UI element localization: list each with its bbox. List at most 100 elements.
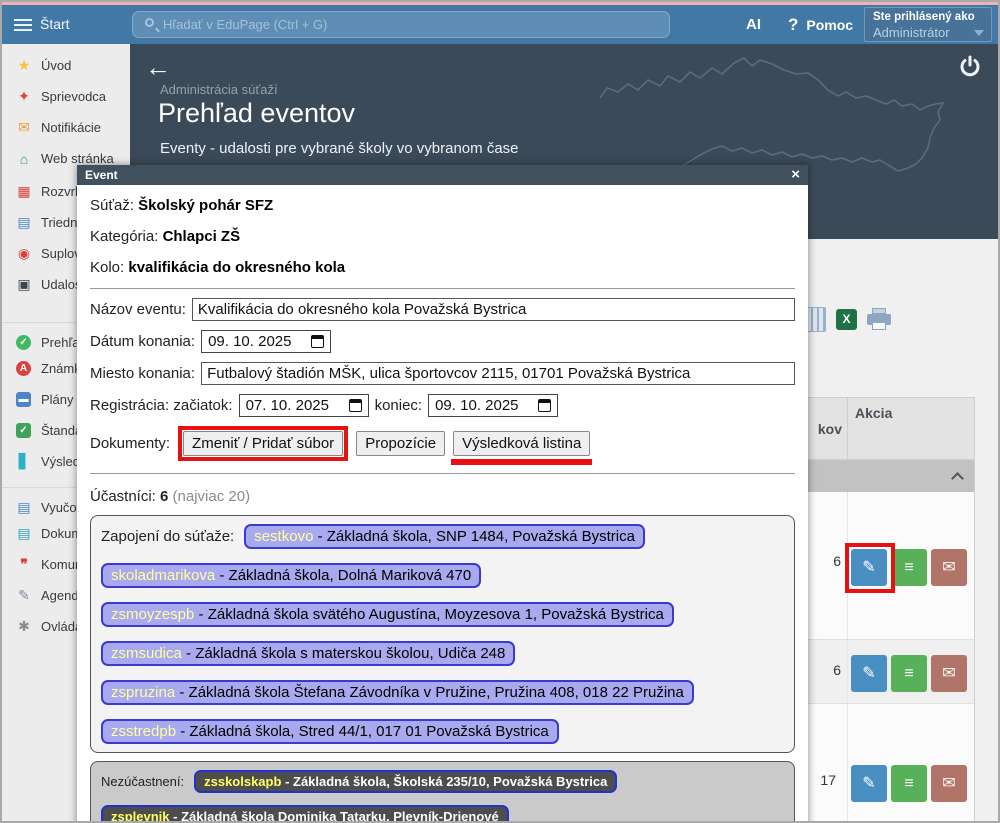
- start-menu[interactable]: Štart: [40, 16, 70, 32]
- kolo-row: Kolo: kvalifikácia do okresného kola: [90, 252, 795, 283]
- mail-button[interactable]: ✉: [931, 655, 967, 692]
- table-group-row: [808, 460, 975, 492]
- school-badge[interactable]: zspruzina - Základná škola Štefana Závod…: [101, 680, 694, 705]
- school-username[interactable]: zsmsudica: [111, 645, 182, 662]
- calendar-icon[interactable]: [538, 399, 551, 412]
- nazov-input[interactable]: [192, 298, 795, 321]
- ucastnici-count: 6: [160, 488, 168, 505]
- page-subtitle: Eventy - udalosti pre vybrané školy vo v…: [160, 140, 519, 157]
- nezucastneni-panel: Nezúčastnení: zsskolskapb - Základná ško…: [90, 761, 795, 823]
- calendar-icon[interactable]: [349, 399, 362, 412]
- datum-value: 09. 10. 2025: [208, 333, 291, 350]
- collapse-chevron-icon[interactable]: [951, 472, 964, 485]
- propozicie-button[interactable]: Propozície: [356, 431, 445, 456]
- star-icon: ★: [15, 57, 33, 74]
- school-badge[interactable]: zsstredpb - Základná škola, Stred 44/1, …: [101, 719, 559, 744]
- school-username[interactable]: sestkovo: [254, 528, 313, 545]
- sidebar-item-label: Notifikácie: [41, 120, 101, 135]
- school-badge[interactable]: sestkovo - Základná škola, SNP 1484, Pov…: [244, 524, 645, 549]
- user-role: Administrátor: [873, 25, 950, 40]
- school-desc: - Základná škola, SNP 1484, Považská Bys…: [318, 528, 635, 545]
- school-badge[interactable]: zsmoyzespb - Základná škola svätého Augu…: [101, 602, 674, 627]
- registracia-start-input[interactable]: 07. 10. 2025: [239, 394, 369, 417]
- edit-event-button[interactable]: ✎: [851, 549, 887, 586]
- school-badge[interactable]: zsskolskapb - Základná škola, Školská 23…: [194, 770, 617, 793]
- open-book-icon: ▤: [15, 499, 33, 516]
- breadcrumb: Administrácia súťaží: [160, 82, 278, 97]
- school-badge[interactable]: zsplevnik - Základná škola Dominika Tata…: [101, 805, 509, 823]
- mail-button[interactable]: ✉: [931, 549, 967, 586]
- user-menu[interactable]: Ste prihlásený ako Administrátor: [864, 7, 992, 42]
- registracia-end-input[interactable]: 09. 10. 2025: [428, 394, 558, 417]
- check-circle-icon: ✓: [16, 335, 31, 350]
- hamburger-menu-icon[interactable]: [14, 19, 32, 31]
- sidebar-item-label: Sprievodca: [41, 89, 106, 104]
- column-header-partial: kov: [808, 421, 842, 437]
- school-badge[interactable]: zsmsudica - Základná škola s materskou š…: [101, 641, 515, 666]
- sidebar-item-uvod[interactable]: ★ Úvod: [2, 50, 130, 81]
- datum-date-input[interactable]: 09. 10. 2025: [201, 330, 331, 353]
- participant-list-button[interactable]: ≡: [891, 765, 927, 802]
- search-input[interactable]: [163, 14, 653, 35]
- ucastnici-label: Účastníci:: [90, 488, 156, 505]
- datum-label: Dátum konania:: [90, 333, 195, 350]
- sidebar-item-notifikacie[interactable]: ✉Notifikácie: [2, 112, 130, 143]
- participant-list-button[interactable]: ≡: [891, 549, 927, 586]
- school-username[interactable]: zsplevnik: [111, 809, 170, 823]
- sidebar-item-label: Úvod: [41, 58, 71, 73]
- zmenit-pridat-subor-button[interactable]: Zmeniť / Pridať súbor: [183, 431, 343, 456]
- table-row: 17 ✎ ≡ ✉: [808, 703, 974, 823]
- modal-title-bar: Event ×: [77, 165, 808, 185]
- table-view-icon[interactable]: [806, 307, 826, 332]
- koniec-label: koniec:: [375, 397, 423, 414]
- school-username[interactable]: zspruzina: [111, 684, 175, 701]
- table-rows: 6 ✎ ≡ ✉ 6 ✎ ≡ ✉: [808, 492, 975, 821]
- school-desc: - Základná škola, Školská 235/10, Považs…: [285, 774, 607, 789]
- school-desc: - Základná škola, Dolná Mariková 470: [219, 567, 471, 584]
- edit-event-button[interactable]: ✎: [851, 655, 887, 692]
- wand-icon: ✦: [15, 88, 33, 105]
- search-icon: [145, 18, 154, 27]
- school-desc: - Základná škola, Stred 44/1, 017 01 Pov…: [180, 723, 549, 740]
- app-window: Štart AI ? Pomoc Ste prihlásený ako Admin…: [0, 0, 1000, 823]
- school-badge[interactable]: skoladmarikova - Základná škola, Dolná M…: [101, 563, 481, 588]
- mail-button[interactable]: ✉: [931, 765, 967, 802]
- school-username[interactable]: skoladmarikova: [111, 567, 215, 584]
- logout-power-icon[interactable]: [958, 54, 982, 78]
- participant-list-button[interactable]: ≡: [891, 655, 927, 692]
- briefcase-icon: ▬: [16, 392, 31, 407]
- close-icon[interactable]: ×: [791, 165, 800, 185]
- excel-export-icon[interactable]: X: [836, 309, 857, 330]
- calendar-icon[interactable]: [311, 335, 324, 348]
- document-icon: ▤: [15, 525, 33, 542]
- event-modal: Event × Súťaž: Školský pohár SFZ Kategór…: [77, 165, 808, 823]
- bar-chart-icon: ▋: [15, 453, 33, 470]
- back-arrow-icon[interactable]: ←: [145, 52, 171, 83]
- dokumenty-label: Dokumenty:: [90, 435, 170, 452]
- table-toolbar: X: [806, 307, 891, 332]
- help-label: Pomoc: [806, 17, 853, 33]
- home-icon: ⌂: [15, 151, 33, 167]
- question-icon: ?: [788, 15, 798, 34]
- school-username[interactable]: zsskolskapb: [204, 774, 281, 789]
- calendar-icon: ▣: [15, 276, 33, 293]
- print-icon[interactable]: [867, 308, 891, 332]
- miesto-input[interactable]: [201, 362, 795, 385]
- events-table: kov Akcia 6 ✎ ≡ ✉ 6: [808, 397, 975, 821]
- annotation-red-box-zmenit: Zmeniť / Pridať súbor: [178, 426, 348, 461]
- reg-end-value: 09. 10. 2025: [435, 397, 518, 414]
- sidebar-item-sprievodca[interactable]: ✦ Sprievodca: [2, 81, 130, 112]
- school-username[interactable]: zsstredpb: [111, 723, 176, 740]
- kategoria-label: Kategória:: [90, 228, 158, 245]
- sutaz-row: Súťaž: Školský pohár SFZ: [90, 190, 795, 221]
- edit-event-button[interactable]: ✎: [851, 765, 887, 802]
- vysledkova-listina-button[interactable]: Výsledková listina: [453, 431, 590, 456]
- person-icon: ◉: [15, 245, 33, 262]
- school-desc: - Základná škola svätého Augustína, Moyz…: [199, 606, 664, 623]
- school-username[interactable]: zsmoyzespb: [111, 606, 194, 623]
- help-button[interactable]: ? Pomoc: [788, 15, 853, 35]
- school-desc: - Základná škola s materskou školou, Udi…: [186, 645, 505, 662]
- search-box[interactable]: [132, 11, 670, 38]
- ai-button[interactable]: AI: [746, 16, 761, 33]
- gear-icon: ✱: [15, 618, 33, 635]
